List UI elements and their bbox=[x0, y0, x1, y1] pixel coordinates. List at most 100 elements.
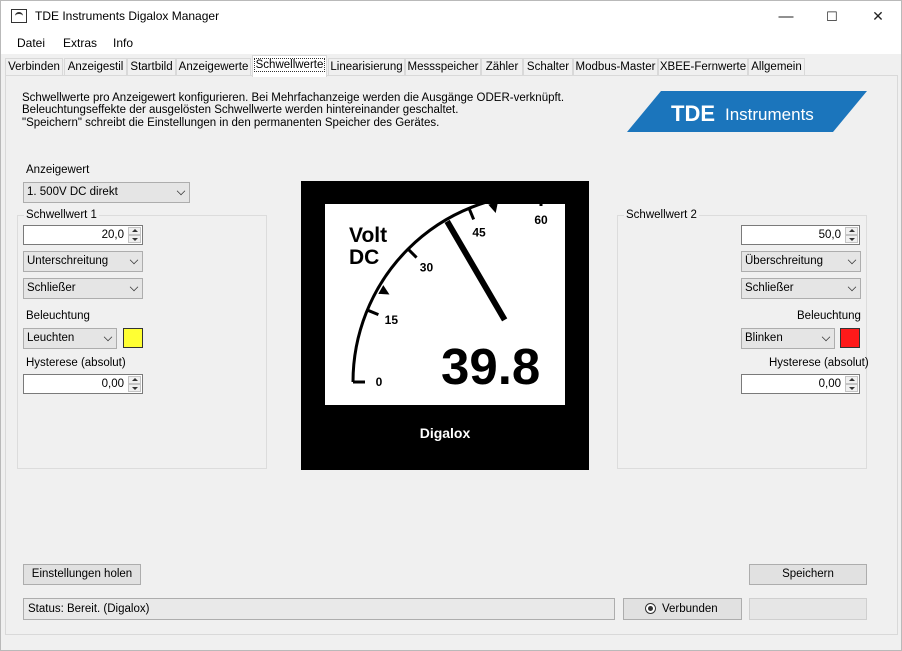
meter-preview: Volt DC 0 15 30 45 60 39.8 Digalox bbox=[301, 181, 589, 470]
threshold-marker bbox=[488, 202, 498, 213]
menu-extras[interactable]: Extras bbox=[63, 36, 97, 50]
spin-down-icon[interactable] bbox=[845, 384, 858, 392]
major-tick bbox=[467, 207, 476, 220]
connected-label: Verbunden bbox=[662, 603, 718, 615]
threshold2-lighting-label: Beleuchtung bbox=[797, 310, 861, 322]
spin-down-icon[interactable] bbox=[845, 235, 858, 243]
chevron-down-icon bbox=[847, 282, 857, 292]
tab-xbee-fernwerte[interactable]: XBEE-Fernwerte bbox=[658, 58, 748, 76]
status-text: Status: Bereit. (Digalox) bbox=[28, 603, 150, 615]
maximize-button[interactable]: ☐ bbox=[809, 1, 855, 32]
threshold2-hysteresis: 0,00 bbox=[818, 378, 841, 390]
threshold1-contact-select[interactable]: Schließer bbox=[23, 278, 143, 299]
threshold1-mode: Unterschreitung bbox=[27, 255, 109, 267]
spin-up-icon[interactable] bbox=[128, 227, 141, 235]
threshold1-value: 20,0 bbox=[101, 229, 124, 241]
menu-info[interactable]: Info bbox=[113, 36, 133, 50]
connected-button[interactable]: Verbunden bbox=[623, 598, 742, 620]
anzeigewert-value: 1. 500V DC direkt bbox=[27, 186, 118, 198]
threshold2-lighting: Blinken bbox=[745, 332, 783, 344]
spin-down-icon[interactable] bbox=[128, 235, 141, 243]
meter-brand: Digalox bbox=[419, 425, 471, 441]
menu-bar: Datei Extras Info bbox=[1, 32, 901, 54]
window-title: TDE Instruments Digalox Manager bbox=[35, 9, 220, 23]
minimize-button[interactable]: — bbox=[763, 1, 809, 32]
tab-allgemein[interactable]: Allgemein bbox=[748, 58, 805, 76]
scale-tick-label: 30 bbox=[420, 260, 434, 274]
threshold1-lighting: Leuchten bbox=[27, 332, 75, 344]
tde-logo: TDE Instruments bbox=[627, 91, 867, 132]
spin-up-icon[interactable] bbox=[845, 227, 858, 235]
threshold2-color-swatch[interactable] bbox=[840, 328, 860, 348]
tab-schwellwerte[interactable]: Schwellwerte bbox=[252, 55, 327, 77]
threshold2-contact-select[interactable]: Schließer bbox=[741, 278, 861, 299]
chevron-down-icon bbox=[176, 186, 186, 196]
logo-word: Instruments bbox=[725, 105, 814, 124]
tab-linearisierung[interactable]: Linearisierung bbox=[328, 58, 405, 76]
chevron-down-icon bbox=[847, 255, 857, 265]
tab-schalter[interactable]: Schalter bbox=[523, 58, 573, 76]
spin-down-icon[interactable] bbox=[128, 384, 141, 392]
scale-tick-label: 15 bbox=[385, 313, 399, 327]
threshold2-hysteresis-label: Hysterese (absolut) bbox=[769, 357, 869, 369]
threshold1-value-stepper[interactable]: 20,0 bbox=[23, 225, 143, 245]
tab-strip: Verbinden Anzeigestil Startbild Anzeigew… bbox=[1, 54, 901, 77]
tab-zaehler[interactable]: Zähler bbox=[481, 58, 523, 76]
unit-line-2: DC bbox=[349, 246, 379, 269]
chevron-down-icon bbox=[129, 282, 139, 292]
blank-button[interactable] bbox=[749, 598, 867, 620]
threshold1-hysteresis-label: Hysterese (absolut) bbox=[26, 357, 126, 369]
threshold2-lighting-select[interactable]: Blinken bbox=[741, 328, 835, 349]
unit-line-1: Volt bbox=[349, 224, 387, 247]
meter-face: Volt DC 0 15 30 45 60 39.8 bbox=[325, 192, 565, 405]
major-tick bbox=[407, 248, 418, 259]
logo-brand: TDE bbox=[671, 101, 715, 126]
chevron-down-icon bbox=[129, 255, 139, 265]
threshold1-lighting-select[interactable]: Leuchten bbox=[23, 328, 117, 349]
title-bar[interactable]: TDE Instruments Digalox Manager — ☐ ✕ bbox=[1, 1, 901, 32]
threshold2-mode: Überschreitung bbox=[745, 255, 823, 267]
threshold1-color-swatch[interactable] bbox=[123, 328, 143, 348]
status-box: Status: Bereit. (Digalox) bbox=[23, 598, 615, 620]
threshold2-value: 50,0 bbox=[818, 229, 841, 241]
scale-tick-label: 0 bbox=[376, 375, 383, 389]
threshold2-group-label: Schwellwert 2 bbox=[624, 209, 699, 221]
spin-up-icon[interactable] bbox=[845, 376, 858, 384]
threshold2-hysteresis-stepper[interactable]: 0,00 bbox=[741, 374, 860, 394]
scale-tick-label: 45 bbox=[472, 225, 486, 239]
anzeigewert-select[interactable]: 1. 500V DC direkt bbox=[23, 182, 190, 203]
anzeigewert-label: Anzeigewert bbox=[26, 164, 90, 176]
threshold1-lighting-label: Beleuchtung bbox=[26, 310, 90, 322]
menu-datei[interactable]: Datei bbox=[17, 36, 45, 50]
threshold2-value-stepper[interactable]: 50,0 bbox=[741, 225, 860, 245]
threshold1-mode-select[interactable]: Unterschreitung bbox=[23, 251, 143, 272]
save-button[interactable]: Speichern bbox=[749, 564, 867, 585]
spin-up-icon[interactable] bbox=[128, 376, 141, 384]
threshold1-hysteresis-stepper[interactable]: 0,00 bbox=[23, 374, 143, 394]
description-line-2: Beleuchtungseffekte der ausgelösten Schw… bbox=[22, 104, 459, 116]
threshold2-contact: Schließer bbox=[745, 282, 794, 294]
close-button[interactable]: ✕ bbox=[855, 1, 901, 32]
chevron-down-icon bbox=[103, 332, 113, 342]
gauge-scale: Volt DC 0 15 30 45 60 39.8 bbox=[349, 192, 548, 395]
tab-anzeigestil[interactable]: Anzeigestil bbox=[64, 58, 127, 76]
tab-verbinden[interactable]: Verbinden bbox=[5, 58, 63, 76]
app-icon[interactable] bbox=[11, 9, 27, 23]
tab-startbild[interactable]: Startbild bbox=[127, 58, 176, 76]
major-tick bbox=[366, 308, 379, 317]
threshold1-contact: Schließer bbox=[27, 282, 76, 294]
description-line-1: Schwellwerte pro Anzeigewert konfigurier… bbox=[22, 92, 565, 104]
threshold1-hysteresis: 0,00 bbox=[101, 378, 124, 390]
tab-anzeigewerte[interactable]: Anzeigewerte bbox=[176, 58, 251, 76]
meter-reading: 39.8 bbox=[441, 338, 540, 395]
description-line-3: "Speichern" schreibt die Einstellungen i… bbox=[22, 117, 440, 129]
tab-schwellwerte-label: Schwellwerte bbox=[253, 58, 326, 72]
tab-modbus-master[interactable]: Modbus-Master bbox=[573, 58, 658, 76]
scale-tick-label: 60 bbox=[534, 213, 548, 227]
threshold1-group-label: Schwellwert 1 bbox=[24, 209, 99, 221]
chevron-down-icon bbox=[821, 332, 831, 342]
tab-messspeicher[interactable]: Messspeicher bbox=[405, 58, 481, 76]
fetch-settings-button[interactable]: Einstellungen holen bbox=[23, 564, 141, 585]
threshold2-mode-select[interactable]: Überschreitung bbox=[741, 251, 861, 272]
radio-indicator-icon bbox=[645, 603, 656, 614]
